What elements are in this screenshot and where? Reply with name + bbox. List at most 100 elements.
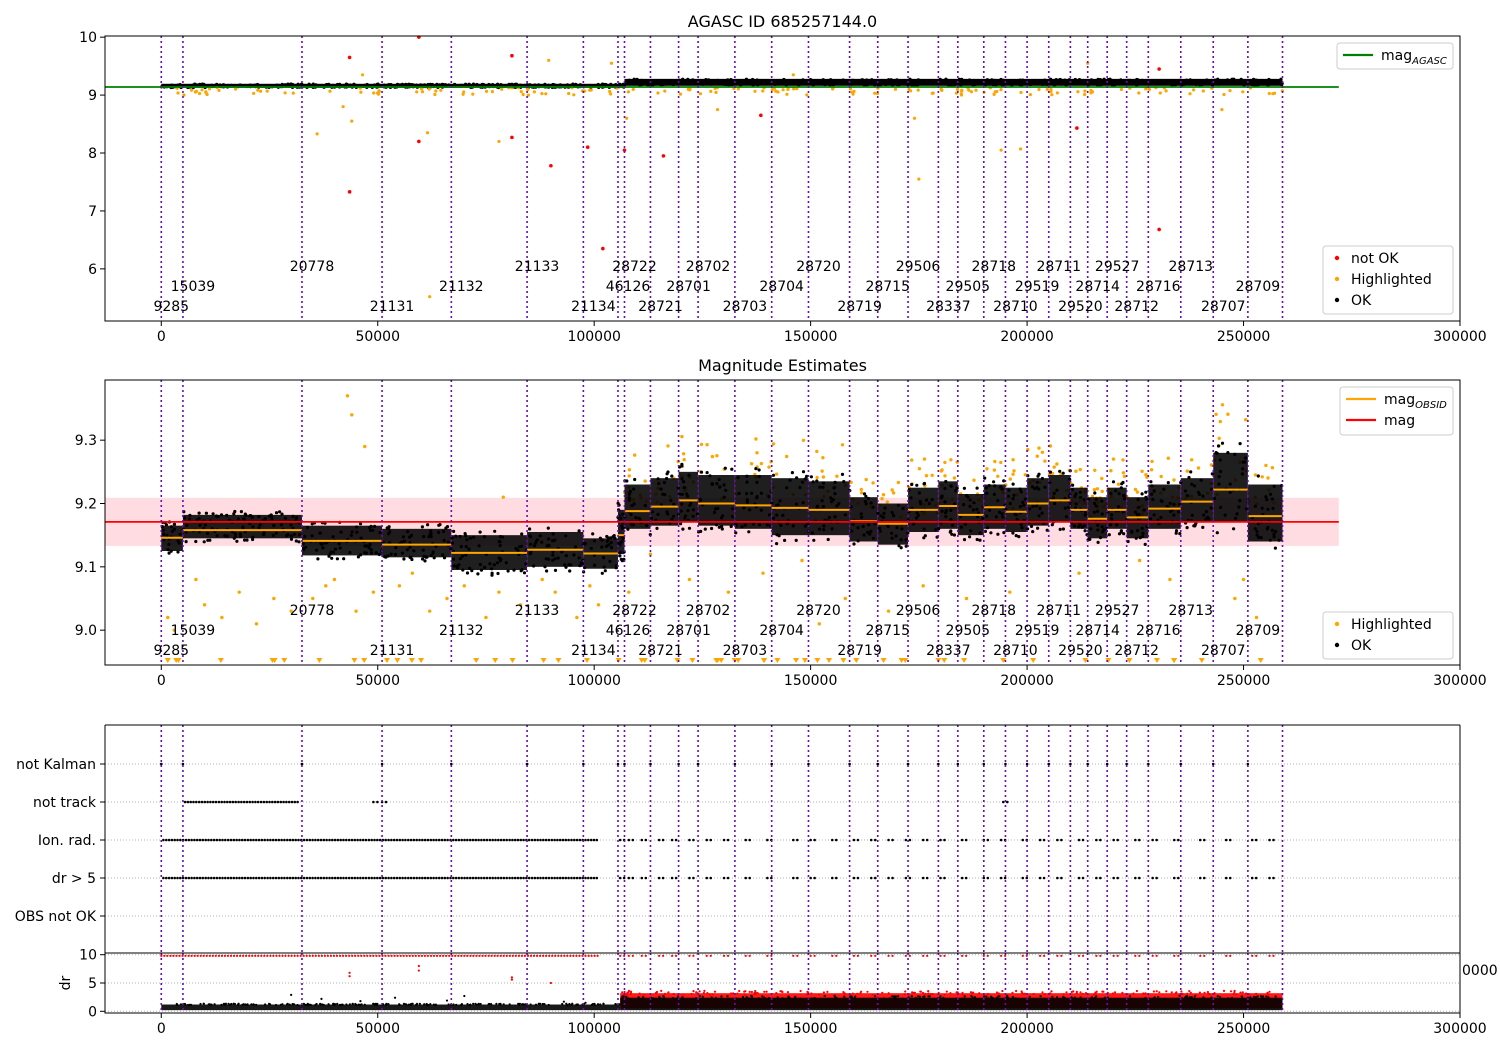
flag-point [173,876,176,880]
highlighted-point [815,475,819,480]
ok-point [665,472,669,476]
highlighted-point [1137,558,1142,563]
p2-obsid-label: 21134 [571,643,616,659]
p1-ytick-label: 10 [79,30,97,46]
ok-point [699,470,704,474]
dr-point [314,1003,317,1007]
dr-point [623,954,626,957]
flag-point [381,876,385,880]
dr-point [629,990,633,993]
highlighted-point [1241,90,1245,94]
dr-point [363,1003,366,1006]
dr-point [851,992,854,995]
dr-point [904,954,907,957]
not-ok-point [417,139,421,144]
flag-point [285,800,288,804]
dr-point [1032,993,1035,996]
highlighted-point [1260,475,1264,479]
dr-point [439,954,442,957]
below-range-marker [540,658,547,663]
flag-point [544,876,548,880]
dr-point [429,1003,432,1006]
dr-point [1144,992,1147,995]
p1-obsid-label: 29519 [1015,279,1060,295]
flag-point [748,838,752,842]
highlighted-point [631,87,635,91]
flag-point [644,876,648,880]
highlighted-point [985,467,989,471]
flag-point [550,838,554,842]
dr-point [402,954,405,957]
dr-point [835,954,838,957]
dr-outliers [290,964,587,1004]
flag-point [319,838,323,842]
flag-point [1112,838,1115,842]
dr-point [232,954,236,957]
dr-point [1015,989,1018,993]
below-range-marker [281,658,288,663]
highlighted-point [1052,465,1056,469]
dr-point [493,954,496,957]
dr-point [1188,990,1191,993]
dr-point [1193,995,1196,998]
flag-point [210,838,213,842]
highlighted-point [311,596,315,601]
dr-point [726,954,730,957]
p1-obsid-label: 28721 [638,299,683,315]
dr-point [163,954,166,957]
flag-point [796,876,799,880]
flag-point [229,876,233,880]
dr-point [560,954,563,957]
dr-point [417,969,420,972]
highlighted-point [1122,474,1127,479]
dr-point [726,995,729,998]
flag-point [618,838,622,842]
dr-point [561,1002,564,1006]
dr-point [1041,991,1044,994]
flag-point [1151,876,1154,880]
dr-point [843,995,846,998]
dr-point [856,954,860,957]
dr-point [729,992,733,995]
highlighted-point [1011,458,1015,462]
dr-point [1255,954,1258,957]
flag-point [240,800,243,804]
dr-point [1023,992,1026,995]
ok-point [747,530,751,534]
flag-point [674,838,678,842]
dr-point [961,993,964,996]
flag-point [744,876,748,880]
flag-point [339,876,343,880]
dr-point [652,997,655,1000]
flag-point [254,800,257,804]
highlighted-point [1144,473,1148,477]
flag-point [494,876,497,880]
dr-point [943,993,946,996]
flag-point [627,838,631,842]
dr-point [818,993,821,996]
p2-obsid-label: 28714 [1075,623,1120,639]
dr-point [1135,989,1138,993]
dr-point [891,995,894,998]
dr-point [1231,996,1234,999]
flag-point [265,800,269,804]
dr-point [705,954,708,957]
highlighted-point [666,444,670,448]
ok-point [1050,523,1054,527]
highlighted-point [428,295,432,299]
flag-point [165,876,168,880]
dr-point [239,954,242,957]
dr-point [357,1003,360,1006]
dr-point [187,954,190,957]
flag-point [372,800,375,804]
flag-point [457,838,461,842]
p2-obsid-label: 28718 [972,603,1017,619]
flag-point [412,876,416,880]
highlighted-point [681,452,686,456]
highlighted-point [1267,91,1271,96]
dr-point [508,954,511,957]
dr-point [637,996,640,999]
p2-obsid-label: 21132 [439,623,484,639]
flag-point [921,876,925,880]
flag-point [308,838,312,842]
